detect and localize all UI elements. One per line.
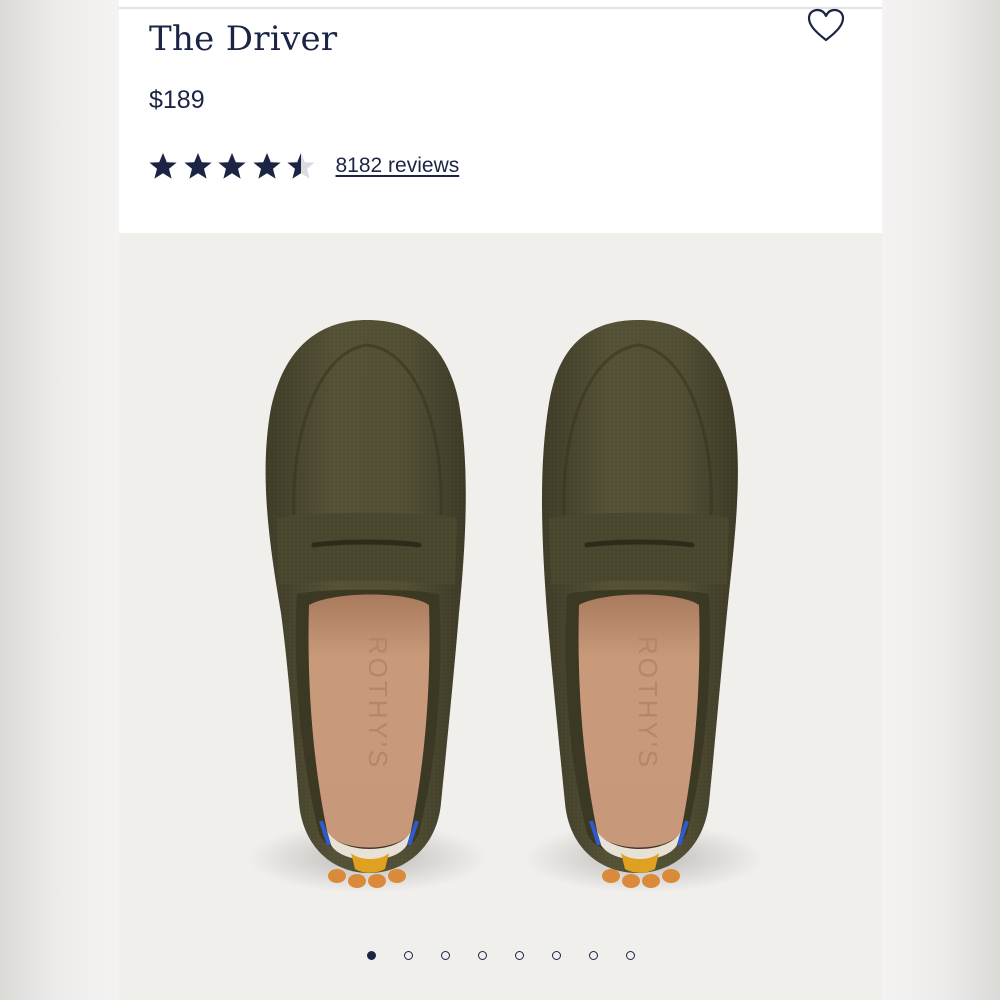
product-price: $189 xyxy=(149,86,205,114)
svg-text:ROTHY'S: ROTHY'S xyxy=(633,636,663,770)
product-panel: The Driver $189 8182 reviews ROTHY'S ROT… xyxy=(119,0,882,1000)
carousel-dot[interactable] xyxy=(514,950,524,960)
rating-row: 8182 reviews xyxy=(147,148,459,184)
star-icon xyxy=(218,153,246,179)
product-image: ROTHY'S ROTHY'S xyxy=(247,320,764,893)
wishlist-button[interactable] xyxy=(805,6,847,44)
carousel-dot[interactable] xyxy=(440,950,450,960)
star-rating xyxy=(147,151,320,181)
right-shoe: ROTHY'S xyxy=(524,320,764,893)
carousel-pagination xyxy=(119,945,882,965)
product-image-carousel[interactable]: ROTHY'S ROTHY'S xyxy=(119,233,882,1000)
star-icon xyxy=(287,153,315,179)
heart-outline-icon xyxy=(807,8,845,42)
carousel-dot[interactable] xyxy=(625,950,635,960)
carousel-dot[interactable] xyxy=(366,950,376,960)
carousel-dot[interactable] xyxy=(588,950,598,960)
star-icon xyxy=(183,153,212,179)
carousel-dot[interactable] xyxy=(477,950,487,960)
reviews-link[interactable]: 8182 reviews xyxy=(336,154,460,178)
divider xyxy=(119,7,882,9)
carousel-dot[interactable] xyxy=(403,950,413,960)
carousel-dot[interactable] xyxy=(551,950,561,960)
svg-text:ROTHY'S: ROTHY'S xyxy=(363,636,393,770)
star-icon xyxy=(252,153,281,179)
left-shoe: ROTHY'S xyxy=(247,320,487,893)
star-icon xyxy=(149,153,177,179)
product-title: The Driver xyxy=(149,19,338,59)
